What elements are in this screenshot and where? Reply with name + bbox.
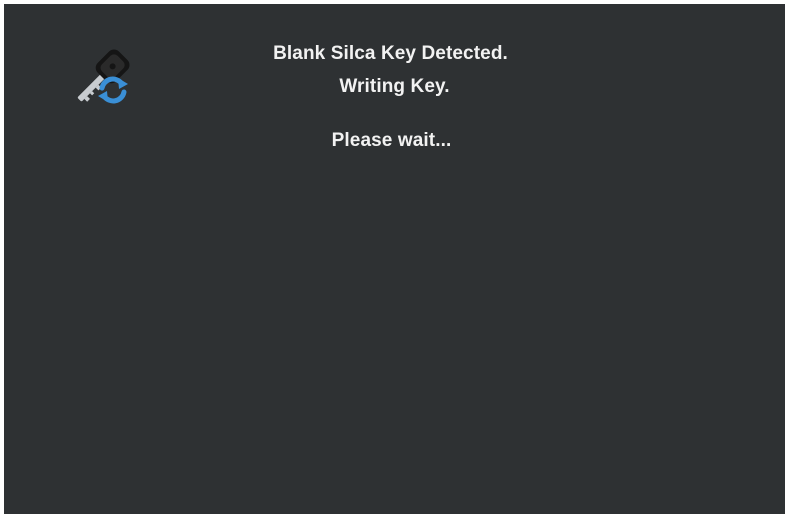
status-message-detected: Blank Silca Key Detected. [273,43,508,64]
status-message-wait: Please wait... [331,130,452,151]
status-message-writing: Writing Key. [339,76,450,97]
status-screen: Blank Silca Key Detected. Writing Key. P… [4,4,785,514]
